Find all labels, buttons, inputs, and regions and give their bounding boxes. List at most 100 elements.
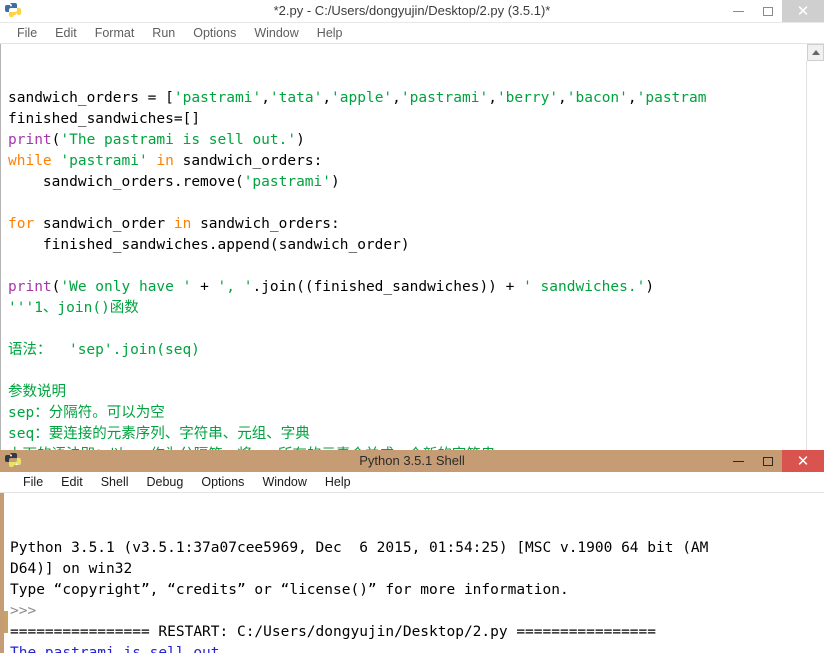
code-token: sep：分隔符。可以为空 [8, 405, 165, 421]
editor-window: *2.py - C:/Users/dongyujin/Desktop/2.py … [0, 0, 824, 450]
code-token: .join((finished_sandwiches)) + [252, 279, 524, 295]
code-line: sandwich_orders = ['pastrami','tata','ap… [8, 88, 824, 109]
shell-menu-window[interactable]: Window [253, 472, 315, 492]
code-token: 'berry' [496, 90, 559, 106]
shell-minimize-button[interactable] [724, 450, 753, 472]
code-token: 'apple' [331, 90, 393, 106]
code-token: ) [331, 174, 340, 190]
code-token: , [261, 90, 270, 106]
shell-maximize-button[interactable] [753, 450, 782, 472]
code-line: print('We only have ' + ', '.join((finis… [8, 277, 824, 298]
code-token: finished_sandwiches=[] [8, 111, 201, 127]
code-line: while 'pastrami' in sandwich_orders: [8, 151, 824, 172]
editor-minimize-button[interactable] [724, 0, 753, 22]
menu-window[interactable]: Window [245, 23, 307, 43]
shell-menu-shell[interactable]: Shell [92, 472, 138, 492]
code-token: in [173, 216, 201, 232]
menu-run[interactable]: Run [143, 23, 184, 43]
shell-line: Python 3.5.1 (v3.5.1:37a07cee5969, Dec 6… [10, 540, 709, 556]
code-line: seq：要连接的元素序列、字符串、元组、字典 [8, 424, 824, 445]
code-token: , [322, 90, 332, 106]
code-token: print [8, 132, 52, 148]
editor-maximize-button[interactable] [753, 0, 782, 22]
code-token: , [488, 90, 497, 106]
menu-edit[interactable]: Edit [46, 23, 86, 43]
editor-menubar: File Edit Format Run Options Window Help [0, 23, 824, 44]
code-line: 参数说明 [8, 382, 824, 403]
code-token: sandwich_orders: [182, 153, 323, 169]
shell-window-buttons: ✕ [724, 450, 824, 472]
shell-line: >>> [10, 603, 37, 619]
code-token: finished_sandwiches.append(sandwich_orde… [8, 237, 410, 253]
code-token: , [558, 90, 567, 106]
shell-prompt-marker [4, 611, 8, 633]
shell-titlebar[interactable]: Python 3.5.1 Shell ✕ [0, 450, 824, 472]
editor-title-text: *2.py - C:/Users/dongyujin/Desktop/2.py … [273, 3, 551, 18]
scroll-up-arrow-icon[interactable] [807, 44, 824, 61]
code-token: + [191, 279, 218, 295]
code-token: ) [296, 132, 305, 148]
code-token: in [147, 153, 183, 169]
code-token: 'pastram [636, 90, 707, 106]
shell-line: Type “copyright”, “credits” or “license(… [10, 582, 569, 598]
code-editor-text-area[interactable]: sandwich_orders = ['pastrami','tata','ap… [0, 44, 824, 450]
code-line: 语法： 'sep'.join(seq) [8, 340, 824, 361]
code-token: 'tata' [269, 90, 323, 106]
python-shell-window: Python 3.5.1 Shell ✕ File Edit Shell Deb… [0, 450, 824, 653]
code-line: '''1、join()函数 [8, 298, 824, 319]
code-token: 'pastrami' [400, 90, 489, 106]
code-line: print('The pastrami is sell out.') [8, 130, 824, 151]
editor-close-button[interactable]: ✕ [782, 0, 824, 22]
code-token: sandwich_order [42, 216, 174, 232]
shell-title-text: Python 3.5.1 Shell [359, 453, 465, 468]
code-token: while [8, 153, 61, 169]
menu-format[interactable]: Format [86, 23, 144, 43]
code-token: print [8, 279, 52, 295]
code-token: , [627, 90, 637, 106]
code-line: sep：分隔符。可以为空 [8, 403, 824, 424]
code-token: 参数说明 [8, 384, 66, 400]
code-token: '''1、join()函数 [8, 300, 139, 316]
editor-titlebar[interactable]: *2.py - C:/Users/dongyujin/Desktop/2.py … [0, 0, 824, 23]
code-token: 'pastrami' [173, 90, 262, 106]
code-token: sandwich_orders: [200, 216, 340, 232]
code-token: , [392, 90, 401, 106]
shell-menu-options[interactable]: Options [192, 472, 253, 492]
code-token: sandwich_orders = [ [8, 90, 174, 106]
code-token: 'The pastrami is sell out.' [60, 132, 297, 148]
code-token: for [8, 216, 43, 232]
menu-help[interactable]: Help [308, 23, 352, 43]
code-token: 'pastrami' [60, 153, 148, 169]
shell-menu-debug[interactable]: Debug [138, 472, 193, 492]
shell-line: ================ RESTART: C:/Users/dongy… [10, 624, 657, 640]
python-idle-icon [4, 0, 26, 22]
code-token: ', ' [217, 279, 253, 295]
code-token: 'pastrami' [243, 174, 332, 190]
shell-menu-edit[interactable]: Edit [52, 472, 92, 492]
shell-menu-help[interactable]: Help [316, 472, 360, 492]
shell-line: D64)] on win32 [10, 561, 133, 577]
menu-file[interactable]: File [8, 23, 46, 43]
shell-output-text-area[interactable]: Python 3.5.1 (v3.5.1:37a07cee5969, Dec 6… [0, 493, 824, 653]
python-idle-icon [4, 450, 26, 472]
editor-vertical-scrollbar[interactable] [806, 61, 824, 450]
code-line: finished_sandwiches.append(sandwich_orde… [8, 235, 824, 256]
editor-window-buttons: ✕ [724, 0, 824, 22]
code-token: 'We only have ' [60, 279, 192, 295]
code-token: seq：要连接的元素序列、字符串、元组、字典 [8, 426, 310, 442]
code-line: sandwich_orders.remove('pastrami') [8, 172, 824, 193]
menu-options[interactable]: Options [184, 23, 245, 43]
shell-close-button[interactable]: ✕ [782, 450, 824, 472]
code-line: for sandwich_order in sandwich_orders: [8, 214, 824, 235]
shell-menu-file[interactable]: File [14, 472, 52, 492]
code-line: finished_sandwiches=[] [8, 109, 824, 130]
code-token: 语法： 'sep'.join(seq) [8, 342, 200, 358]
code-token: ) [645, 279, 655, 295]
shell-line: The pastrami is sell out. [10, 645, 229, 653]
shell-menubar: File Edit Shell Debug Options Window Hel… [0, 472, 824, 493]
code-token: ' sandwiches.' [523, 279, 646, 295]
